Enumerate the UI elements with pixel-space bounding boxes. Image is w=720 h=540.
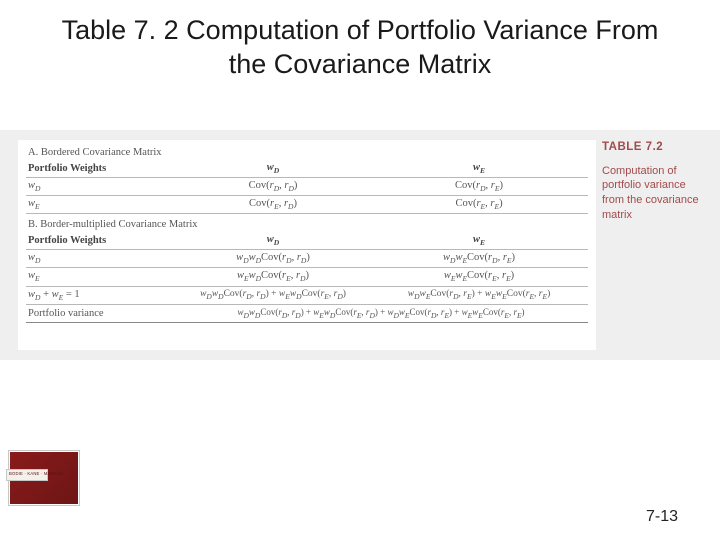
cell: wDwDCov(rD, rD) xyxy=(174,252,372,265)
slide-title: Table 7. 2 Computation of Portfolio Vari… xyxy=(0,0,720,90)
table-row: wE wEwDCov(rE, rD) wEwECov(rE, rE) xyxy=(26,268,588,286)
table-row: wE Cov(rE, rD) Cov(rE, rE) xyxy=(26,196,588,214)
col-header-we: wE xyxy=(372,162,586,175)
sidebar-table-label: TABLE 7.2 xyxy=(602,140,710,156)
table-row: wD wDwDCov(rD, rD) wDwECov(rD, rE) xyxy=(26,250,588,268)
row-label-variance: Portfolio variance xyxy=(26,308,174,319)
col-header-wd: wD xyxy=(174,162,372,175)
row-label-sum: wD + wE = 1 xyxy=(26,289,174,302)
col-header-weights: Portfolio Weights xyxy=(26,235,174,246)
figure-sidebar: TABLE 7.2 Computation of portfolio varia… xyxy=(602,140,710,223)
row-label-wd: wD xyxy=(26,252,174,265)
row-label-we: wE xyxy=(26,270,174,283)
cell: Cov(rE, rE) xyxy=(372,198,586,211)
sidebar-caption: Computation of portfolio variance from t… xyxy=(602,164,710,223)
covariance-table: A. Bordered Covariance Matrix Portfolio … xyxy=(26,142,588,323)
col-header-wd: wD xyxy=(174,234,372,247)
table-row: Portfolio variance wDwDCov(rD, rD) + wEw… xyxy=(26,305,588,323)
publisher-logo: BODIE · KANE · MARCUS xyxy=(8,450,80,506)
section-a-header-row: Portfolio Weights wD wE xyxy=(26,160,588,178)
cell: Cov(rE, rD) xyxy=(174,198,372,211)
col-header-weights: Portfolio Weights xyxy=(26,163,174,174)
section-b-heading: B. Border-multiplied Covariance Matrix xyxy=(26,214,588,232)
row-label-we: wE xyxy=(26,198,174,211)
logo-authors: BODIE · KANE · MARCUS xyxy=(7,471,63,476)
section-b-header-row: Portfolio Weights wD wE xyxy=(26,232,588,250)
section-a-heading: A. Bordered Covariance Matrix xyxy=(26,142,588,160)
cell: wDwECov(rD, rE) + wEwECov(rE, rE) xyxy=(372,289,586,301)
table-figure: TABLE 7.2 Computation of portfolio varia… xyxy=(0,130,720,360)
cell: wEwDCov(rE, rD) xyxy=(174,270,372,283)
cell: Cov(rD, rD) xyxy=(174,180,372,193)
cell: wEwECov(rE, rE) xyxy=(372,270,586,283)
cell-full: wDwDCov(rD, rD) + wEwDCov(rE, rD) + wDwE… xyxy=(174,307,588,320)
page-number: 7-13 xyxy=(646,508,678,526)
cell: wDwECov(rD, rE) xyxy=(372,252,586,265)
cell: wDwDCov(rD, rD) + wEwDCov(rE, rD) xyxy=(174,289,372,301)
table-row: wD Cov(rD, rD) Cov(rD, rE) xyxy=(26,178,588,196)
col-header-we: wE xyxy=(372,234,586,247)
table-row: wD + wE = 1 wDwDCov(rD, rD) + wEwDCov(rE… xyxy=(26,287,588,305)
row-label-wd: wD xyxy=(26,180,174,193)
cell: Cov(rD, rE) xyxy=(372,180,586,193)
